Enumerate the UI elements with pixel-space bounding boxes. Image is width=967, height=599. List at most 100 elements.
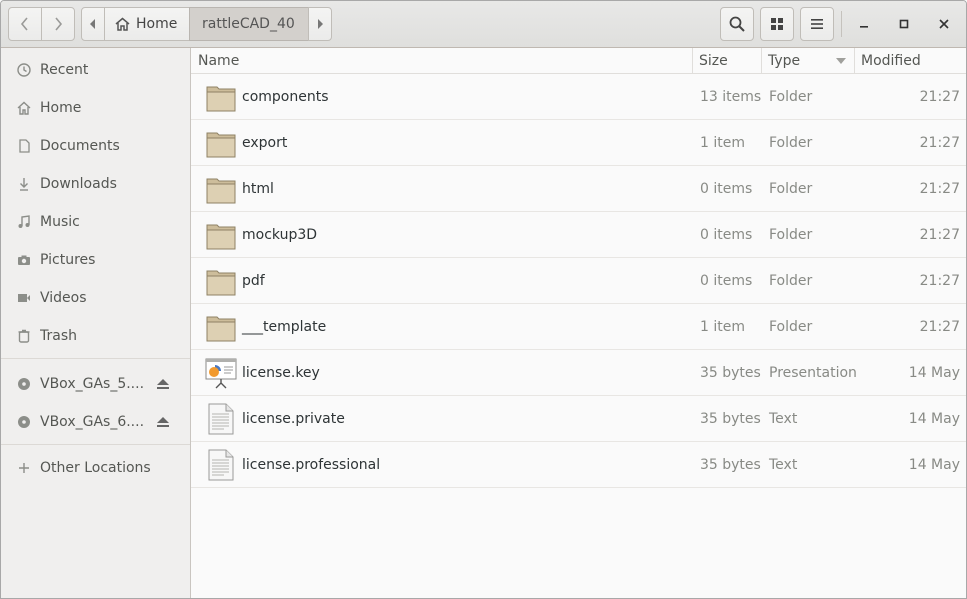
folder-icon (205, 74, 237, 120)
file-size: 35 bytes (700, 411, 761, 427)
file-modified: 21:27 (919, 227, 960, 243)
path-home-button[interactable]: Home (105, 7, 189, 41)
file-name: license.key (242, 365, 320, 381)
column-divider[interactable] (854, 48, 855, 74)
column-divider[interactable] (692, 48, 693, 74)
sidebar-item-trash[interactable]: Trash (1, 317, 190, 355)
minimize-button[interactable] (849, 9, 879, 39)
close-button[interactable] (929, 9, 959, 39)
file-modified: 21:27 (919, 181, 960, 197)
clock-icon (17, 63, 31, 77)
chevron-left-icon (20, 17, 28, 31)
file-size: 1 item (700, 135, 745, 151)
text-file-icon (205, 396, 237, 442)
file-type: Text (769, 411, 798, 427)
eject-icon[interactable] (156, 377, 170, 391)
column-divider[interactable] (761, 48, 762, 74)
file-type: Folder (769, 227, 813, 243)
search-button[interactable] (720, 7, 754, 41)
sidebar: Recent Home Documents Downloads Music Pi… (1, 48, 191, 598)
forward-button[interactable] (41, 7, 75, 41)
video-icon (17, 291, 31, 305)
file-row[interactable]: html 0 items Folder 21:27 (191, 166, 966, 212)
file-name: license.professional (242, 457, 381, 473)
file-row[interactable]: mockup3D 0 items Folder 21:27 (191, 212, 966, 258)
view-toggle-button[interactable] (760, 7, 794, 41)
home-icon (17, 101, 31, 115)
file-size: 1 item (700, 319, 745, 335)
sidebar-item-label: Pictures (40, 252, 96, 268)
file-name: license.private (242, 411, 345, 427)
file-row[interactable]: components 13 items Folder 21:27 (191, 74, 966, 120)
sidebar-item-home[interactable]: Home (1, 89, 190, 127)
file-modified: 14 May (908, 457, 960, 473)
sidebar-item-downloads[interactable]: Downloads (1, 165, 190, 203)
column-header-size[interactable]: Size (699, 48, 728, 74)
path-bar: Home rattleCAD_40 (81, 7, 332, 41)
column-header-modified[interactable]: Modified (861, 48, 921, 74)
sidebar-item-pictures[interactable]: Pictures (1, 241, 190, 279)
music-icon (17, 215, 31, 229)
column-header-type[interactable]: Type (768, 48, 800, 74)
sidebar-item-vbox-gas-5[interactable]: VBox_GAs_5.... (1, 365, 190, 403)
document-icon (17, 139, 31, 153)
path-current-folder-button[interactable]: rattleCAD_40 (189, 7, 308, 41)
download-icon (17, 177, 31, 191)
sidebar-item-music[interactable]: Music (1, 203, 190, 241)
sidebar-item-vbox-gas-6[interactable]: VBox_GAs_6.... (1, 403, 190, 441)
file-modified: 14 May (908, 411, 960, 427)
sidebar-item-label: Downloads (40, 176, 117, 192)
file-size: 0 items (700, 273, 753, 289)
file-row[interactable]: ___template 1 item Folder 21:27 (191, 304, 966, 350)
file-row[interactable]: license.key 35 bytes Presentation 14 May (191, 350, 966, 396)
file-name: html (242, 181, 274, 197)
file-size: 0 items (700, 181, 753, 197)
sidebar-item-documents[interactable]: Documents (1, 127, 190, 165)
file-type: Text (769, 457, 798, 473)
file-size: 13 items (700, 89, 762, 105)
sidebar-item-label: Home (40, 100, 82, 116)
menu-button[interactable] (800, 7, 834, 41)
trash-icon (17, 329, 31, 343)
back-button[interactable] (8, 7, 42, 41)
sidebar-item-videos[interactable]: Videos (1, 279, 190, 317)
file-type: Folder (769, 135, 813, 151)
file-row[interactable]: export 1 item Folder 21:27 (191, 120, 966, 166)
sidebar-item-other-locations[interactable]: Other Locations (1, 449, 190, 487)
sidebar-separator (1, 358, 190, 359)
text-file-icon (205, 442, 237, 488)
sort-arrow-icon (836, 48, 846, 74)
path-scroll-right-button[interactable] (308, 7, 332, 41)
camera-icon (17, 253, 31, 267)
file-type: Folder (769, 273, 813, 289)
column-header-name[interactable]: Name (198, 48, 239, 74)
file-type: Folder (769, 89, 813, 105)
folder-icon (205, 120, 237, 166)
sidebar-item-recent[interactable]: Recent (1, 51, 190, 89)
sidebar-item-label: Documents (40, 138, 120, 154)
column-header-row: Name Size Type Modified (191, 48, 966, 74)
file-manager-window: Home rattleCAD_40 Recent Home Documents … (0, 0, 967, 599)
file-name: ___template (242, 319, 327, 335)
eject-icon[interactable] (156, 415, 170, 429)
file-size: 35 bytes (700, 365, 761, 381)
file-name: pdf (242, 273, 265, 289)
sidebar-item-label: Recent (40, 62, 89, 78)
file-row[interactable]: license.professional 35 bytes Text 14 May (191, 442, 966, 488)
grid-icon (771, 18, 783, 30)
maximize-button[interactable] (889, 9, 919, 39)
file-name: components (242, 89, 329, 105)
sidebar-item-label: VBox_GAs_6.... (40, 414, 145, 430)
path-scroll-left-button[interactable] (81, 7, 105, 41)
close-icon (939, 19, 949, 29)
sidebar-item-label: Trash (40, 328, 77, 344)
file-row[interactable]: pdf 0 items Folder 21:27 (191, 258, 966, 304)
presentation-file-icon (205, 350, 237, 396)
file-row[interactable]: license.private 35 bytes Text 14 May (191, 396, 966, 442)
file-modified: 21:27 (919, 135, 960, 151)
file-list: Name Size Type Modified components 13 ite… (191, 48, 966, 598)
hamburger-icon (811, 19, 823, 29)
disc-icon (17, 415, 31, 429)
folder-icon (205, 166, 237, 212)
sidebar-item-label: Videos (40, 290, 87, 306)
